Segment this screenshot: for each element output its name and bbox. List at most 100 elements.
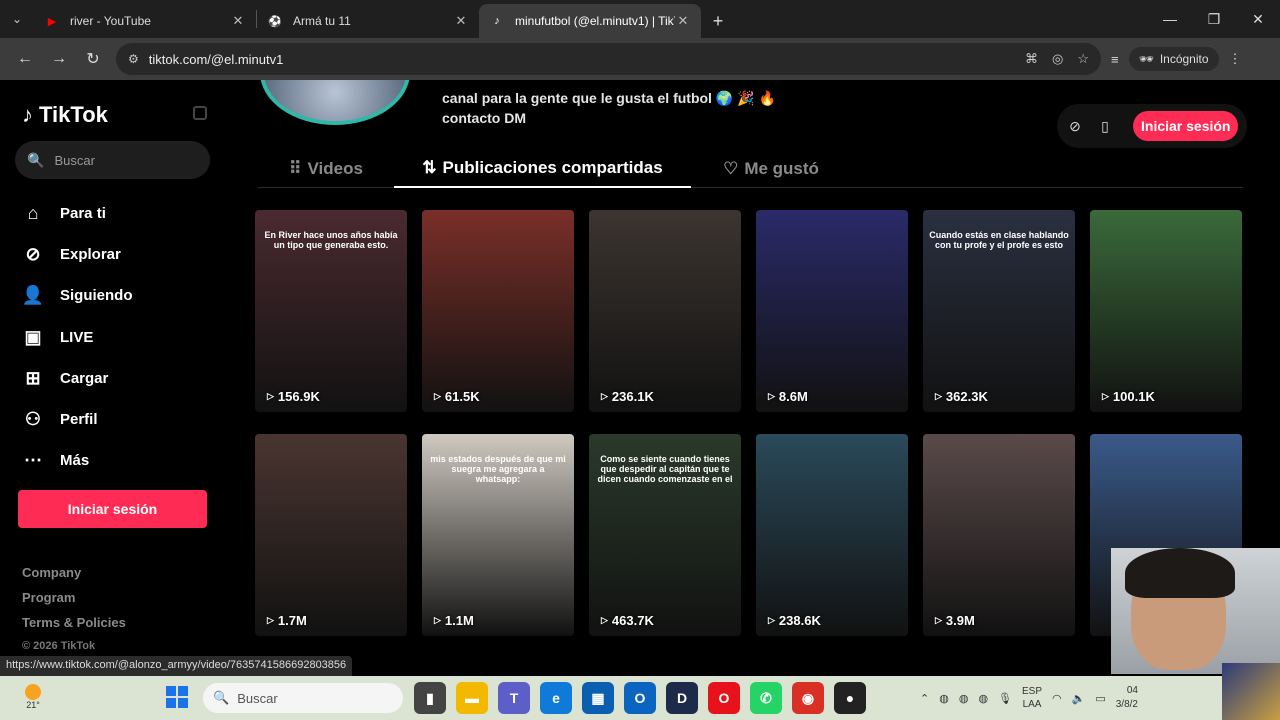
whatsapp-icon[interactable]: ✆ (750, 682, 782, 714)
browser-tab-tiktok[interactable]: ♪ minufutbol (@el.minutv1) | TikT ✕ (479, 4, 701, 38)
window-controls: — ❐ ✕ (1148, 0, 1280, 38)
opera-icon[interactable]: O (708, 682, 740, 714)
clock[interactable]: 04 3/8/2 (1116, 684, 1138, 712)
sidebar-item-mas[interactable]: ⋯ Más (20, 440, 220, 481)
video-card[interactable]: ▷ 236.1K (589, 210, 741, 412)
outlook-icon[interactable]: O (624, 682, 656, 714)
file-explorer-icon[interactable]: ▬ (456, 682, 488, 714)
weather-widget[interactable]: 21° (18, 684, 48, 714)
phone-icon[interactable]: ▯ (1095, 118, 1115, 135)
tab-search-icon[interactable]: ⌄ (0, 0, 34, 38)
status-url: https://www.tiktok.com/@alonzo_armyy/vid… (0, 656, 353, 676)
tiktok-logo[interactable]: ♪ TikTok (22, 102, 108, 128)
windows-start-icon[interactable] (166, 686, 188, 708)
wifi-icon[interactable]: ◠ (1052, 692, 1062, 705)
tab-label: Me gustó (744, 159, 819, 178)
search-input[interactable]: 🔍 Buscar (15, 141, 210, 179)
close-window-icon[interactable]: ✕ (1236, 0, 1280, 38)
video-card[interactable]: mis estados después de que mi suegra me … (422, 434, 574, 636)
tray-app-icon[interactable]: ◍ (939, 692, 949, 705)
compass-icon[interactable]: ⊘ (1065, 118, 1085, 135)
search-icon: 🔍 (213, 690, 230, 705)
collapse-sidebar-icon[interactable] (193, 106, 207, 120)
sidebar-item-cargar[interactable]: ⊞ Cargar (20, 358, 220, 399)
sidebar-item-para-ti[interactable]: ⌂ Para ti (20, 193, 220, 234)
webcam-hair (1125, 548, 1235, 598)
video-card[interactable]: ▷ 238.6K (756, 434, 908, 636)
incognito-icon: 🕶 (1138, 52, 1154, 66)
video-card[interactable]: Como se siente cuando tienes que despedi… (589, 434, 741, 636)
app-icon[interactable]: ● (834, 682, 866, 714)
play-icon: ▷ (935, 615, 942, 625)
sidebar-item-siguiendo[interactable]: 👤 Siguiendo (20, 275, 220, 316)
translate-icon[interactable]: ⌘ (1025, 51, 1038, 67)
footer-link-company[interactable]: Company (22, 565, 126, 590)
taskbar-search[interactable]: 🔍 Buscar (203, 683, 403, 713)
battery-icon[interactable]: ▭ (1095, 692, 1105, 705)
video-card[interactable]: ▷ 8.6M (756, 210, 908, 412)
clock-time: 04 (1126, 685, 1138, 696)
store-icon[interactable]: ▦ (582, 682, 614, 714)
back-button[interactable]: ← (8, 42, 42, 76)
tab-me-gusto[interactable]: ♡ Me gustó (691, 150, 851, 188)
play-icon: ▷ (434, 615, 441, 625)
reload-button[interactable]: ↻ (76, 42, 110, 76)
close-icon[interactable]: ✕ (453, 13, 469, 29)
view-count: ▷ 3.9M (935, 613, 975, 628)
taskbar: 21° 🔍 Buscar ▮ ▬ T e ▦ O D O ✆ ◉ ● ⌃ ◍ ◍… (0, 676, 1280, 720)
bio-line: contacto DM (442, 110, 526, 126)
header-login-button[interactable]: Iniciar sesión (1133, 111, 1239, 141)
video-card[interactable]: ▷ 100.1K (1090, 210, 1242, 412)
chrome-icon[interactable]: ◉ (792, 682, 824, 714)
system-tray: ⌃ ◍ ◍ ◍ 🎙 ESP LAA ◠ 🔈 ▭ 04 3/8/2 (920, 676, 1138, 720)
heart-icon: ♡ (723, 159, 739, 178)
tray-app-icon[interactable]: ◍ (978, 692, 988, 705)
close-icon[interactable]: ✕ (675, 13, 691, 29)
video-card[interactable]: ▷ 61.5K (422, 210, 574, 412)
video-card[interactable]: ▷ 1.7M (255, 434, 407, 636)
profile-bio: canal para la gente que le gusta el futb… (442, 88, 776, 128)
media-controls-icon[interactable]: ≡ (1111, 52, 1119, 67)
teams-icon[interactable]: T (498, 682, 530, 714)
task-view-icon[interactable]: ▮ (414, 682, 446, 714)
video-card[interactable]: ▷ 3.9M (923, 434, 1075, 636)
tray-app-icon[interactable]: ◍ (959, 692, 969, 705)
language-indicator[interactable]: ESP LAA (1022, 685, 1042, 711)
sidebar-item-label: Siguiendo (60, 287, 133, 305)
tab-label: Videos (307, 159, 363, 178)
edge-icon[interactable]: e (540, 682, 572, 714)
close-icon[interactable]: ✕ (230, 13, 246, 29)
menu-dots-icon[interactable]: ⋮ (1229, 51, 1242, 67)
view-count-value: 463.7K (611, 613, 654, 628)
sun-icon (25, 684, 41, 700)
browser-tab-arma[interactable]: ⚽ Armá tu 11 ✕ (257, 4, 479, 38)
forward-button[interactable]: → (42, 42, 76, 76)
view-count-value: 238.6K (778, 613, 821, 628)
view-count-value: 236.1K (611, 389, 654, 404)
eye-off-icon[interactable]: ◎ (1052, 51, 1063, 67)
footer-link-program[interactable]: Program (22, 590, 126, 615)
disney-icon[interactable]: D (666, 682, 698, 714)
view-count: ▷ 100.1K (1102, 389, 1155, 404)
minimize-icon[interactable]: — (1148, 0, 1192, 38)
bookmark-star-icon[interactable]: ☆ (1077, 51, 1089, 67)
new-tab-button[interactable]: + (701, 4, 735, 38)
view-count: ▷ 1.7M (267, 613, 307, 628)
footer-link-terms[interactable]: Terms & Policies (22, 615, 126, 640)
sidebar-item-live[interactable]: ▣ LIVE (20, 317, 220, 358)
video-card[interactable]: En River hace unos años había un tipo qu… (255, 210, 407, 412)
tab-videos[interactable]: ⠿ Videos (258, 150, 394, 188)
sidebar-login-button[interactable]: Iniciar sesión (18, 490, 207, 528)
browser-tab-youtube[interactable]: ▶ river - YouTube ✕ (34, 4, 256, 38)
video-card[interactable]: Cuando estás en clase hablando con tu pr… (923, 210, 1075, 412)
address-bar[interactable]: ⚙ tiktok.com/@el.minutv1 ⌘ ◎ ☆ (116, 43, 1101, 75)
chevron-up-icon[interactable]: ⌃ (920, 692, 929, 705)
sidebar-item-explorar[interactable]: ⊘ Explorar (20, 234, 220, 275)
sidebar-item-perfil[interactable]: ⚇ Perfil (20, 399, 220, 440)
incognito-badge[interactable]: 🕶 Incógnito (1128, 47, 1219, 71)
microphone-icon[interactable]: 🎙 (998, 692, 1012, 705)
volume-icon[interactable]: 🔈 (1072, 692, 1086, 705)
site-info-icon[interactable]: ⚙ (128, 52, 139, 66)
restore-icon[interactable]: ❐ (1192, 0, 1236, 38)
tab-publicaciones-compartidas[interactable]: ⇅ Publicaciones compartidas (394, 150, 691, 188)
